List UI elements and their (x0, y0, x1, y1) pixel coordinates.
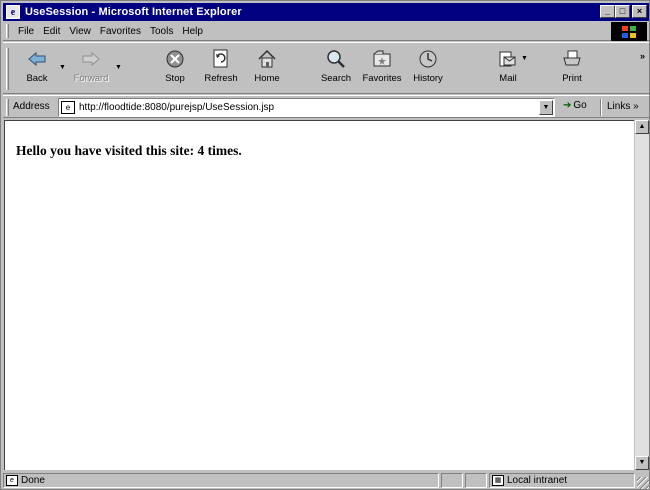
go-arrow-icon: ➔ (563, 100, 572, 111)
go-label: Go (573, 100, 587, 111)
security-zone-pane: ▦ Local intranet (489, 473, 635, 488)
history-button[interactable]: History (406, 48, 450, 90)
minimize-button[interactable]: _ (600, 5, 615, 18)
security-zone: Local intranet (507, 475, 568, 486)
menu-view[interactable]: View (69, 26, 91, 37)
scroll-down-button[interactable]: ▼ (635, 456, 649, 470)
status-text: Done (21, 475, 45, 486)
forward-dropdown-icon[interactable]: ▼ (115, 64, 122, 71)
forward-label: Forward (73, 73, 109, 84)
toolbar-chevron-icon[interactable]: » (640, 51, 645, 61)
stop-button[interactable]: Stop (153, 48, 197, 90)
stop-icon (164, 48, 186, 70)
resize-grip[interactable] (637, 477, 649, 489)
page-icon: e (61, 101, 75, 114)
address-bar: Address e http://floodtide:8080/purejsp/… (3, 95, 649, 118)
stop-label: Stop (165, 73, 185, 84)
back-arrow-icon (26, 48, 48, 70)
windows-logo-icon (611, 22, 647, 41)
page-done-icon: e (6, 475, 18, 486)
title-bar[interactable]: e UseSession - Microsoft Internet Explor… (3, 3, 649, 21)
refresh-label: Refresh (204, 73, 238, 84)
page-content: Hello you have visited this site: 4 time… (4, 120, 634, 470)
internet-explorer-icon[interactable]: e (6, 5, 20, 19)
address-dropdown-icon[interactable]: ▼ (539, 100, 553, 115)
links-button[interactable]: Links » (607, 101, 639, 112)
browser-window: e UseSession - Microsoft Internet Explor… (0, 0, 650, 490)
scroll-up-button[interactable]: ▲ (635, 120, 649, 134)
window-title: UseSession - Microsoft Internet Explorer (25, 6, 242, 18)
back-label: Back (26, 73, 48, 84)
menu-tools[interactable]: Tools (150, 26, 173, 37)
refresh-button[interactable]: Refresh (199, 48, 243, 90)
home-button[interactable]: Home (245, 48, 289, 90)
status-pane-empty-1 (441, 473, 463, 488)
close-button[interactable]: × (632, 5, 647, 18)
search-button[interactable]: Search (314, 48, 358, 90)
home-icon (256, 48, 278, 70)
menu-bar-grip[interactable] (6, 24, 9, 38)
menu-bar: File Edit View Favorites Tools Help (3, 22, 649, 41)
menu-file[interactable]: File (18, 26, 34, 37)
address-bar-grip[interactable] (6, 99, 9, 116)
back-button[interactable]: Back (15, 48, 59, 90)
menu-edit[interactable]: Edit (43, 26, 60, 37)
links-separator (600, 99, 602, 116)
address-url[interactable]: http://floodtide:8080/purejsp/UseSession… (79, 102, 274, 113)
mail-icon (497, 48, 519, 70)
back-dropdown-icon[interactable]: ▼ (59, 64, 66, 71)
toolbar-grip[interactable] (6, 48, 9, 90)
local-intranet-icon: ▦ (492, 475, 504, 486)
address-input[interactable]: e http://floodtide:8080/purejsp/UseSessi… (58, 98, 555, 117)
home-label: Home (254, 73, 280, 84)
search-icon (325, 48, 347, 70)
mail-dropdown-icon[interactable]: ▼ (521, 55, 528, 62)
print-label: Print (562, 73, 582, 84)
forward-arrow-icon (80, 48, 102, 70)
status-bar: e Done ▦ Local intranet (3, 472, 649, 489)
status-text-pane: e Done (3, 473, 439, 488)
visit-count-message: Hello you have visited this site: 4 time… (16, 143, 242, 158)
print-button[interactable]: Print (550, 48, 594, 90)
print-icon (561, 48, 583, 70)
address-label: Address (13, 101, 50, 112)
forward-button[interactable]: Forward (69, 48, 113, 90)
refresh-icon (210, 48, 232, 70)
favorites-button[interactable]: Favorites (360, 48, 404, 90)
menu-help[interactable]: Help (182, 26, 203, 37)
mail-label: Mail (499, 73, 517, 84)
favorites-icon (371, 48, 393, 70)
status-pane-empty-2 (465, 473, 487, 488)
search-label: Search (320, 73, 352, 84)
history-label: History (413, 73, 443, 84)
standard-toolbar: Back ▼ Forward ▼ Stop Refresh Home Searc… (3, 42, 649, 94)
history-icon (417, 48, 439, 70)
menu-favorites[interactable]: Favorites (100, 26, 141, 37)
vertical-scrollbar[interactable]: ▲ ▼ (635, 120, 649, 470)
favorites-label: Favorites (362, 73, 402, 84)
maximize-button[interactable]: □ (615, 5, 630, 18)
go-button[interactable]: ➔ Go (563, 100, 587, 111)
